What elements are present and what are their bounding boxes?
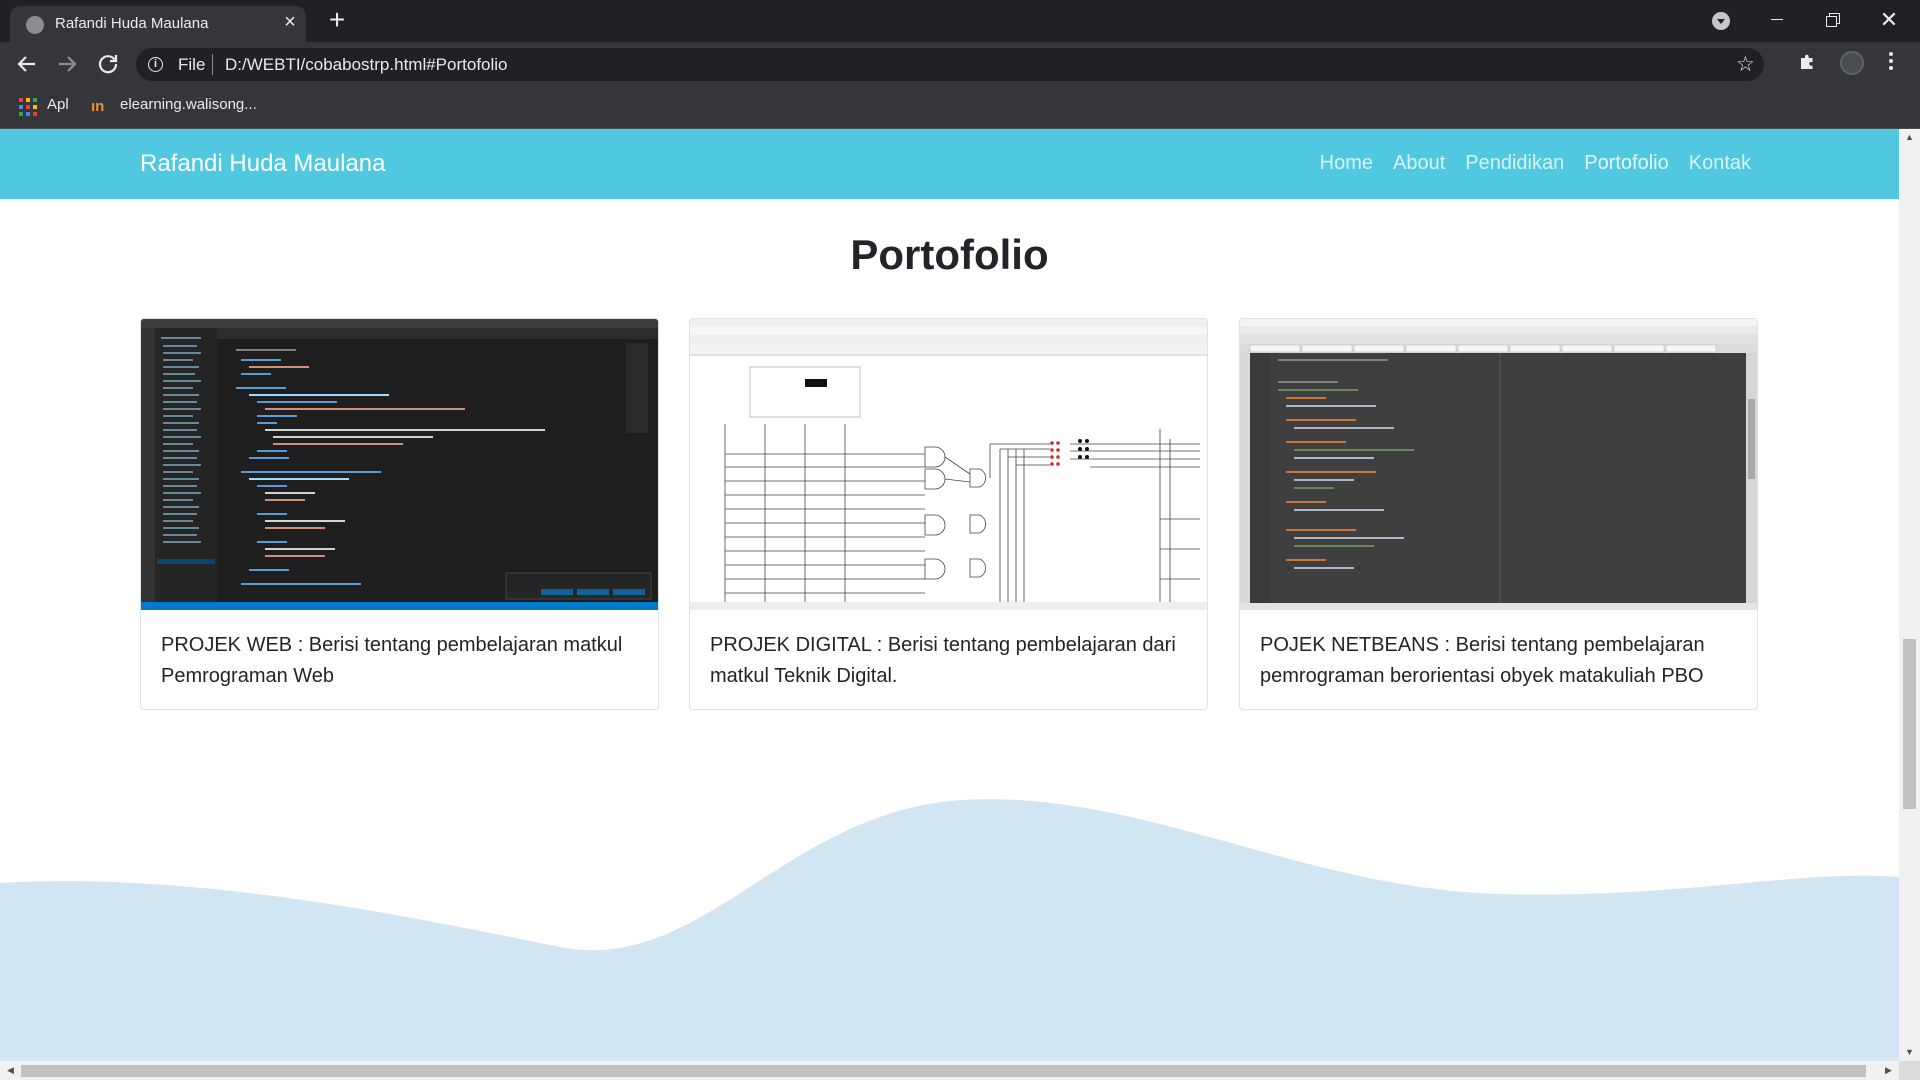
nav-pendidikan[interactable]: Pendidikan — [1465, 152, 1564, 175]
nav-kontak[interactable]: Kontak — [1689, 152, 1751, 175]
scroll-down-icon[interactable]: ▼ — [1899, 1044, 1920, 1061]
portfolio-card-digital: PROJEK DIGITAL : Berisi tentang pembelaj… — [689, 318, 1208, 710]
nav-about[interactable]: About — [1393, 152, 1445, 175]
nav-links: Home About Pendidikan Portofolio Kontak — [1320, 152, 1751, 175]
bookmarks-bar: Apl ın elearning.walisong... — [0, 86, 1920, 129]
vscode-screenshot-image — [141, 319, 658, 610]
url-separator — [212, 54, 213, 75]
window-close-icon[interactable]: ✕ — [1866, 4, 1912, 36]
card-text-web: PROJEK WEB : Berisi tentang pembelajaran… — [161, 634, 623, 687]
new-tab-icon[interactable]: + — [322, 6, 352, 36]
minimize-icon[interactable] — [1754, 4, 1800, 36]
scroll-up-icon[interactable]: ▲ — [1899, 129, 1920, 146]
reload-icon[interactable] — [94, 50, 122, 78]
url-scheme: File — [178, 55, 206, 74]
vertical-scrollbar[interactable]: ▲ ▼ — [1899, 129, 1920, 1061]
browser-toolbar: i File D:/WEBTI/cobabostrp.html#Portofol… — [0, 42, 1920, 86]
menu-icon[interactable] — [1888, 50, 1894, 76]
elearning-favicon-icon: ın — [91, 98, 105, 115]
browser-tab[interactable]: Rafandi Huda Maulana × — [10, 6, 306, 42]
bookmark-star-icon[interactable]: ☆ — [1736, 52, 1755, 77]
card-text-digital: PROJEK DIGITAL : Berisi tentang pembelaj… — [710, 634, 1176, 687]
portfolio-card-web: PROJEK WEB : Berisi tentang pembelajaran… — [140, 318, 659, 710]
tab-strip: Rafandi Huda Maulana × + ✕ — [0, 0, 1920, 42]
bookmark-elearning[interactable]: elearning.walisong... — [120, 96, 257, 113]
nav-home[interactable]: Home — [1320, 152, 1373, 175]
navbar-brand[interactable]: Rafandi Huda Maulana — [140, 150, 386, 178]
bookmark-apps-label[interactable]: Apl — [47, 96, 69, 113]
vertical-scroll-thumb[interactable] — [1903, 639, 1916, 809]
horizontal-scroll-thumb[interactable] — [21, 1065, 1866, 1077]
tab-title: Rafandi Huda Maulana — [55, 15, 209, 32]
favicon-icon — [26, 16, 44, 34]
digital-circuit-screenshot-image — [690, 319, 1207, 610]
portfolio-card-netbeans: POJEK NETBEANS : Berisi tentang pembelaj… — [1239, 318, 1758, 710]
scroll-right-icon[interactable]: ▶ — [1880, 1061, 1897, 1080]
url-text[interactable]: D:/WEBTI/cobabostrp.html#Portofolio — [225, 55, 508, 75]
forward-icon[interactable] — [53, 50, 81, 78]
netbeans-screenshot-image — [1240, 319, 1757, 610]
scroll-left-icon[interactable]: ◀ — [2, 1061, 19, 1080]
restore-icon[interactable] — [1810, 4, 1856, 36]
back-icon[interactable] — [13, 50, 41, 78]
scrollbar-corner — [1899, 1061, 1920, 1080]
horizontal-scrollbar[interactable]: ◀ ▶ — [0, 1061, 1899, 1080]
page-viewport: Rafandi Huda Maulana Home About Pendidik… — [0, 129, 1899, 1061]
puzzle-icon[interactable] — [1798, 53, 1816, 71]
info-icon[interactable]: i — [148, 57, 163, 72]
card-text-netbeans: POJEK NETBEANS : Berisi tentang pembelaj… — [1260, 634, 1705, 687]
site-navbar: Rafandi Huda Maulana Home About Pendidik… — [0, 129, 1899, 199]
nav-portofolio[interactable]: Portofolio — [1584, 152, 1669, 175]
profile-avatar[interactable] — [1840, 51, 1864, 75]
tab-search-icon[interactable] — [1712, 12, 1730, 30]
address-bar[interactable]: i File D:/WEBTI/cobabostrp.html#Portofol… — [136, 48, 1764, 81]
section-title: Portofolio — [850, 231, 1049, 278]
close-tab-icon[interactable]: × — [280, 12, 300, 32]
apps-icon[interactable] — [19, 98, 37, 116]
